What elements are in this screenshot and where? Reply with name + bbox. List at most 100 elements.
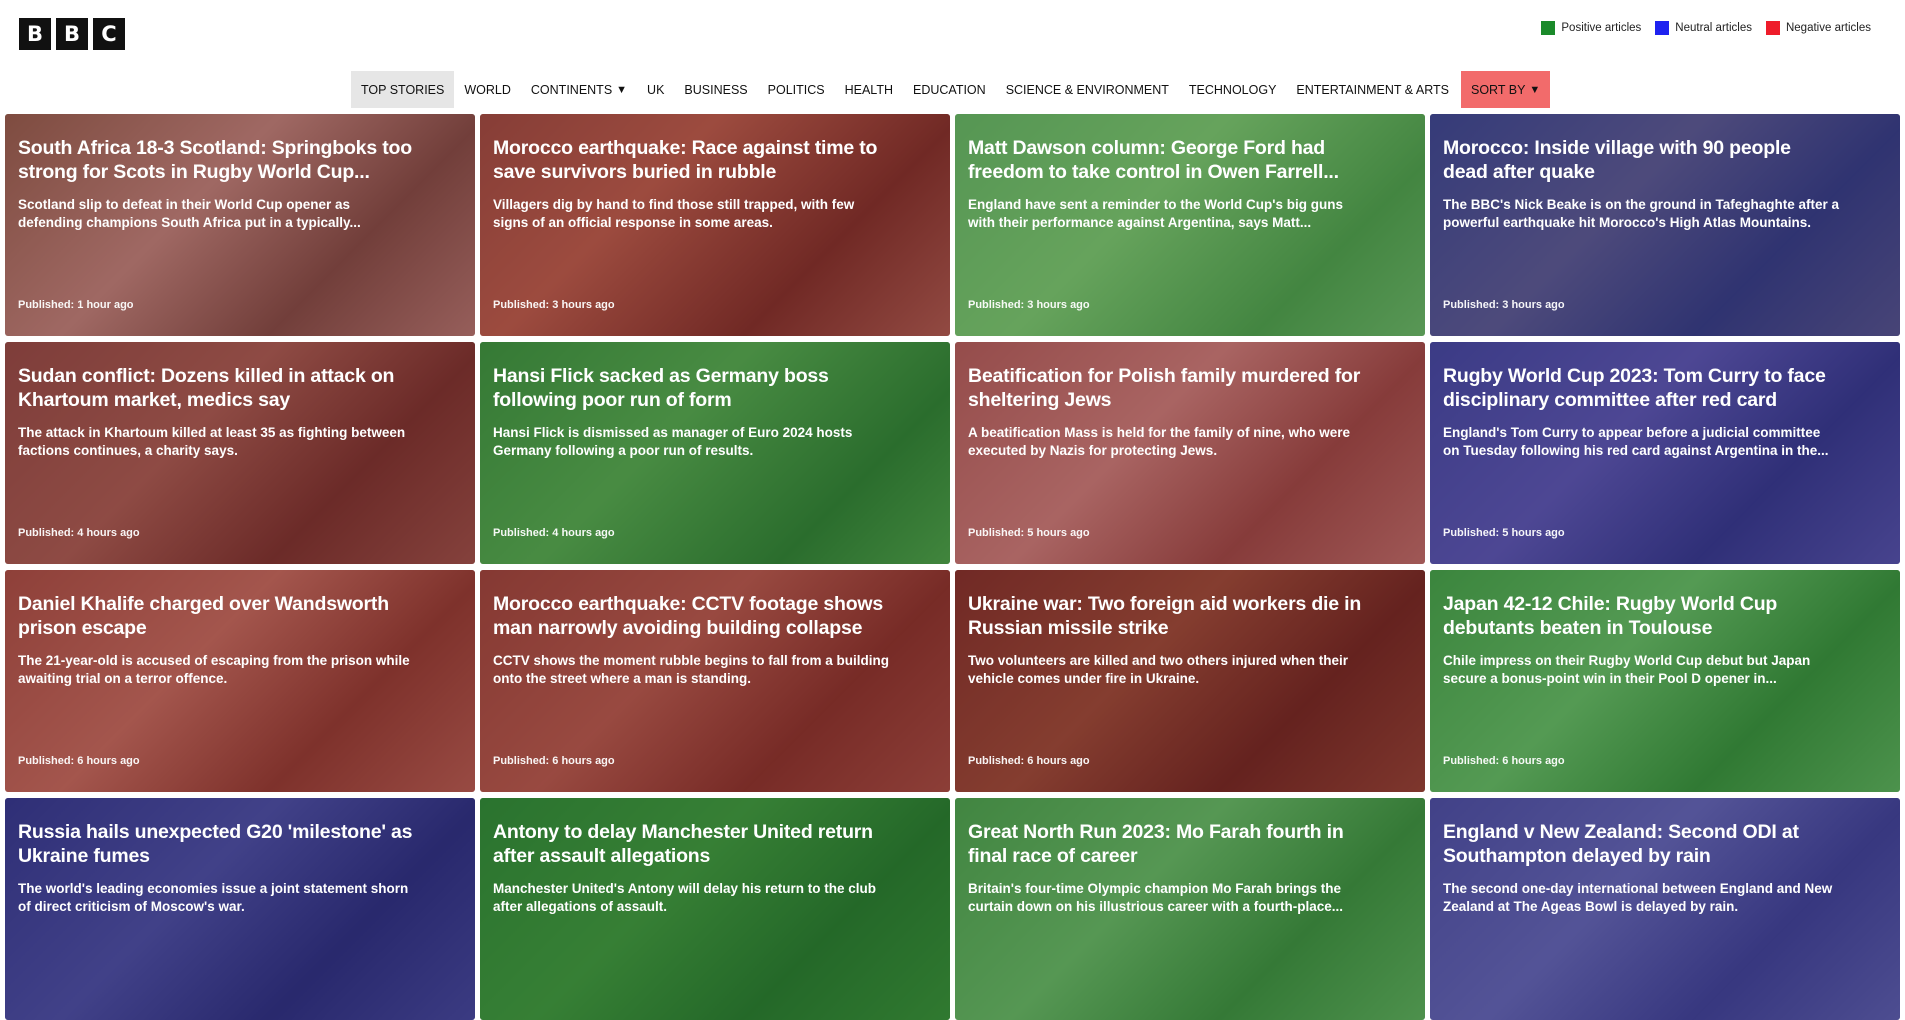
article-published: Published: 3 hours ago: [1443, 299, 1565, 311]
article-title[interactable]: Matt Dawson column: George Ford had free…: [968, 136, 1365, 184]
article-summary: CCTV shows the moment rubble begins to f…: [493, 653, 890, 686]
article-summary: Britain's four-time Olympic champion Mo …: [968, 881, 1344, 914]
article-content: Morocco: Inside village with 90 people d…: [1443, 136, 1840, 232]
nav-entertainment-arts[interactable]: ENTERTAINMENT & ARTS: [1286, 71, 1459, 108]
article-card[interactable]: Japan 42-12 Chile: Rugby World Cup debut…: [1430, 570, 1900, 792]
article-title[interactable]: Rugby World Cup 2023: Tom Curry to face …: [1443, 364, 1840, 412]
article-card[interactable]: Antony to delay Manchester United return…: [480, 798, 950, 1020]
nav-world[interactable]: WORLD: [454, 71, 521, 108]
sort-by-button[interactable]: SORT BY ▼: [1461, 71, 1551, 108]
nav-health[interactable]: HEALTH: [835, 71, 903, 108]
article-content: South Africa 18-3 Scotland: Springboks t…: [18, 136, 415, 232]
article-card[interactable]: Daniel Khalife charged over Wandsworth p…: [5, 570, 475, 792]
article-summary: The 21-year-old is accused of escaping f…: [18, 653, 410, 686]
article-summary: A beatification Mass is held for the fam…: [968, 425, 1351, 458]
logo-letter-c: C: [93, 18, 125, 50]
article-content: Morocco earthquake: CCTV footage shows m…: [493, 592, 890, 688]
nav-uk[interactable]: UK: [637, 71, 674, 108]
article-title[interactable]: Daniel Khalife charged over Wandsworth p…: [18, 592, 415, 640]
article-content: Beatification for Polish family murdered…: [968, 364, 1365, 460]
article-title[interactable]: Hansi Flick sacked as Germany boss follo…: [493, 364, 890, 412]
article-content: Sudan conflict: Dozens killed in attack …: [18, 364, 415, 460]
logo-letter-b2: B: [56, 18, 88, 50]
article-title[interactable]: Sudan conflict: Dozens killed in attack …: [18, 364, 415, 412]
article-card[interactable]: Great North Run 2023: Mo Farah fourth in…: [955, 798, 1425, 1020]
caret-down-icon: ▼: [616, 83, 628, 96]
sort-by-label: SORT BY: [1471, 82, 1526, 97]
article-summary: The world's leading economies issue a jo…: [18, 881, 409, 914]
article-published: Published: 5 hours ago: [1443, 527, 1565, 539]
nav-education[interactable]: EDUCATION: [903, 71, 996, 108]
article-title[interactable]: England v New Zealand: Second ODI at Sou…: [1443, 820, 1840, 868]
article-summary: Manchester United's Antony will delay hi…: [493, 881, 877, 914]
article-content: Russia hails unexpected G20 'milestone' …: [18, 820, 415, 916]
sentiment-legend: Positive articles Neutral articles Negat…: [1541, 21, 1871, 35]
article-content: Daniel Khalife charged over Wandsworth p…: [18, 592, 415, 688]
article-content: Rugby World Cup 2023: Tom Curry to face …: [1443, 364, 1840, 460]
article-content: Hansi Flick sacked as Germany boss follo…: [493, 364, 890, 460]
article-published: Published: 3 hours ago: [493, 299, 615, 311]
article-summary: England have sent a reminder to the Worl…: [968, 197, 1344, 230]
legend-positive-label: Positive articles: [1561, 22, 1642, 34]
article-card[interactable]: Morocco earthquake: Race against time to…: [480, 114, 950, 336]
article-published: Published: 6 hours ago: [18, 755, 140, 767]
article-content: England v New Zealand: Second ODI at Sou…: [1443, 820, 1840, 916]
article-published: Published: 5 hours ago: [968, 527, 1090, 539]
legend-neutral: Neutral articles: [1655, 21, 1752, 35]
article-summary: The second one-day international between…: [1443, 881, 1833, 914]
nav-science-environment[interactable]: SCIENCE & ENVIRONMENT: [996, 71, 1179, 108]
article-title[interactable]: Beatification for Polish family murdered…: [968, 364, 1365, 412]
article-summary: Two volunteers are killed and two others…: [968, 653, 1349, 686]
nav-business[interactable]: BUSINESS: [674, 71, 757, 108]
article-published: Published: 6 hours ago: [1443, 755, 1565, 767]
article-content: Antony to delay Manchester United return…: [493, 820, 890, 916]
legend-positive: Positive articles: [1541, 21, 1641, 35]
article-published: Published: 3 hours ago: [968, 299, 1090, 311]
article-content: Japan 42-12 Chile: Rugby World Cup debut…: [1443, 592, 1840, 688]
article-summary: Hansi Flick is dismissed as manager of E…: [493, 425, 853, 458]
article-card[interactable]: Hansi Flick sacked as Germany boss follo…: [480, 342, 950, 564]
article-content: Morocco earthquake: Race against time to…: [493, 136, 890, 232]
positive-swatch: [1541, 21, 1556, 35]
article-title[interactable]: Ukraine war: Two foreign aid workers die…: [968, 592, 1365, 640]
caret-down-icon: ▼: [1529, 83, 1541, 96]
category-nav: TOP STORIES WORLD CONTINENTS ▼ UK BUSINE…: [351, 71, 1551, 108]
article-card[interactable]: Rugby World Cup 2023: Tom Curry to face …: [1430, 342, 1900, 564]
nav-politics[interactable]: POLITICS: [758, 71, 835, 108]
article-card[interactable]: South Africa 18-3 Scotland: Springboks t…: [5, 114, 475, 336]
article-title[interactable]: South Africa 18-3 Scotland: Springboks t…: [18, 136, 415, 184]
article-card[interactable]: Matt Dawson column: George Ford had free…: [955, 114, 1425, 336]
article-grid: South Africa 18-3 Scotland: Springboks t…: [5, 114, 1900, 1020]
article-content: Matt Dawson column: George Ford had free…: [968, 136, 1365, 232]
article-title[interactable]: Russia hails unexpected G20 'milestone' …: [18, 820, 415, 868]
neutral-swatch: [1655, 21, 1670, 35]
article-card[interactable]: Russia hails unexpected G20 'milestone' …: [5, 798, 475, 1020]
bbc-logo[interactable]: B B C: [19, 18, 125, 50]
nav-technology[interactable]: TECHNOLOGY: [1179, 71, 1287, 108]
article-published: Published: 4 hours ago: [18, 527, 140, 539]
legend-negative-label: Negative articles: [1785, 22, 1871, 34]
article-card[interactable]: Morocco earthquake: CCTV footage shows m…: [480, 570, 950, 792]
article-title[interactable]: Great North Run 2023: Mo Farah fourth in…: [968, 820, 1365, 868]
nav-continents[interactable]: CONTINENTS ▼: [521, 71, 637, 108]
article-title[interactable]: Morocco: Inside village with 90 people d…: [1443, 136, 1840, 184]
article-card[interactable]: Beatification for Polish family murdered…: [955, 342, 1425, 564]
article-summary: Scotland slip to defeat in their World C…: [18, 197, 361, 230]
article-title[interactable]: Morocco earthquake: Race against time to…: [493, 136, 890, 184]
article-published: Published: 1 hour ago: [18, 299, 134, 311]
article-summary: The attack in Khartoum killed at least 3…: [18, 425, 406, 458]
nav-continents-label: CONTINENTS: [530, 82, 613, 97]
negative-swatch: [1765, 21, 1780, 35]
legend-neutral-label: Neutral articles: [1675, 22, 1752, 34]
nav-top-stories[interactable]: TOP STORIES: [351, 71, 455, 108]
article-summary: The BBC's Nick Beake is on the ground in…: [1443, 197, 1840, 230]
article-title[interactable]: Japan 42-12 Chile: Rugby World Cup debut…: [1443, 592, 1840, 640]
article-card[interactable]: Ukraine war: Two foreign aid workers die…: [955, 570, 1425, 792]
article-title[interactable]: Antony to delay Manchester United return…: [493, 820, 890, 868]
article-card[interactable]: England v New Zealand: Second ODI at Sou…: [1430, 798, 1900, 1020]
article-published: Published: 6 hours ago: [968, 755, 1090, 767]
article-summary: Chile impress on their Rugby World Cup d…: [1443, 653, 1811, 686]
article-title[interactable]: Morocco earthquake: CCTV footage shows m…: [493, 592, 890, 640]
article-card[interactable]: Sudan conflict: Dozens killed in attack …: [5, 342, 475, 564]
article-card[interactable]: Morocco: Inside village with 90 people d…: [1430, 114, 1900, 336]
